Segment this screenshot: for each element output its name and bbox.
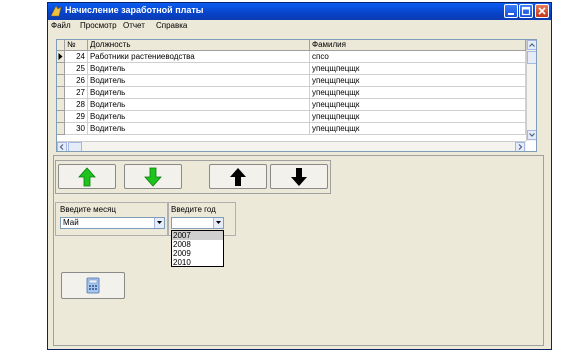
cell-position[interactable]: Работники растениеводства bbox=[88, 51, 310, 63]
window-title: Начисление заработной платы bbox=[65, 5, 204, 15]
cell-surname[interactable]: упецщпецщк bbox=[310, 63, 526, 75]
cell-position[interactable]: Водитель bbox=[88, 75, 310, 87]
minimize-icon bbox=[508, 13, 514, 15]
row-indicator[interactable] bbox=[57, 123, 65, 135]
calculator-icon bbox=[86, 277, 100, 294]
row-indicator[interactable] bbox=[57, 75, 65, 87]
chevron-down-icon bbox=[157, 221, 162, 224]
cell-surname[interactable]: упецщпецщк bbox=[310, 99, 526, 111]
chevron-right-icon bbox=[518, 144, 523, 150]
row-indicator[interactable] bbox=[57, 99, 65, 111]
column-header-position[interactable]: Должность bbox=[88, 40, 310, 51]
scroll-left-button[interactable] bbox=[57, 142, 67, 151]
employees-grid[interactable]: № Должность Фамилия 24 Работники растение… bbox=[56, 39, 537, 152]
year-option[interactable]: 2009 bbox=[172, 249, 223, 258]
chevron-down-icon bbox=[216, 221, 221, 224]
cell-surname[interactable]: упецщпецщк bbox=[310, 111, 526, 123]
chevron-left-icon bbox=[59, 144, 64, 150]
cell-number[interactable]: 24 bbox=[65, 51, 88, 63]
cell-position[interactable]: Водитель bbox=[88, 111, 310, 123]
app-icon bbox=[50, 5, 62, 17]
month-value: Май bbox=[63, 218, 79, 227]
row-indicator[interactable] bbox=[57, 111, 65, 123]
cell-surname[interactable]: упецщпецщк bbox=[310, 75, 526, 87]
scroll-down-button[interactable] bbox=[527, 130, 536, 140]
year-dropdown-list: 2007 2008 2009 2010 bbox=[171, 230, 224, 267]
year-option[interactable]: 2007 bbox=[172, 231, 223, 240]
menu-view[interactable]: Просмотр bbox=[80, 21, 117, 30]
cell-position[interactable]: Водитель bbox=[88, 87, 310, 99]
cell-surname[interactable]: упецщпецщк bbox=[310, 87, 526, 99]
grid-corner bbox=[57, 40, 65, 51]
calculate-button[interactable] bbox=[61, 272, 125, 299]
cell-position[interactable]: Водитель bbox=[88, 99, 310, 111]
menu-file[interactable]: Файл bbox=[51, 21, 71, 30]
year-select[interactable] bbox=[171, 217, 224, 229]
menu-bar: Файл Просмотр Отчет Справка bbox=[48, 20, 551, 32]
green-down-arrow-icon bbox=[144, 167, 162, 187]
move-up-green-button[interactable] bbox=[58, 164, 116, 189]
green-up-arrow-icon bbox=[78, 167, 96, 187]
cell-number[interactable]: 28 bbox=[65, 99, 88, 111]
close-icon bbox=[538, 7, 546, 15]
cell-surname[interactable]: спсо bbox=[310, 51, 526, 63]
move-up-black-button[interactable] bbox=[209, 164, 267, 189]
close-button[interactable] bbox=[535, 4, 549, 18]
scroll-thumb[interactable] bbox=[527, 51, 536, 64]
year-dropdown-button[interactable] bbox=[213, 218, 223, 228]
month-dropdown-button[interactable] bbox=[154, 218, 164, 228]
minimize-button[interactable] bbox=[504, 4, 518, 18]
move-down-green-button[interactable] bbox=[124, 164, 182, 189]
title-bar[interactable]: Начисление заработной платы bbox=[48, 3, 551, 20]
cell-number[interactable]: 27 bbox=[65, 87, 88, 99]
cell-number[interactable]: 30 bbox=[65, 123, 88, 135]
scroll-right-button[interactable] bbox=[515, 142, 525, 151]
cell-number[interactable]: 25 bbox=[65, 63, 88, 75]
move-down-black-button[interactable] bbox=[270, 164, 328, 189]
column-header-number[interactable]: № bbox=[65, 40, 88, 51]
maximize-button[interactable] bbox=[519, 4, 533, 18]
cell-number[interactable]: 29 bbox=[65, 111, 88, 123]
year-option[interactable]: 2010 bbox=[172, 258, 223, 267]
grid-horizontal-scrollbar[interactable] bbox=[57, 141, 526, 151]
row-indicator[interactable] bbox=[57, 87, 65, 99]
year-option[interactable]: 2008 bbox=[172, 240, 223, 249]
menu-report[interactable]: Отчет bbox=[123, 21, 145, 30]
year-label: Введите год bbox=[171, 205, 216, 214]
cell-position[interactable]: Водитель bbox=[88, 123, 310, 135]
chevron-up-icon bbox=[529, 43, 535, 47]
current-row-arrow-icon bbox=[58, 53, 63, 60]
row-indicator[interactable] bbox=[57, 51, 65, 63]
row-indicator[interactable] bbox=[57, 63, 65, 75]
cell-number[interactable]: 26 bbox=[65, 75, 88, 87]
month-select[interactable]: Май bbox=[60, 217, 165, 229]
black-up-arrow-icon bbox=[230, 168, 246, 186]
chevron-down-icon bbox=[529, 133, 535, 137]
menu-help[interactable]: Справка bbox=[156, 21, 187, 30]
scroll-up-button[interactable] bbox=[527, 40, 536, 50]
hscroll-thumb[interactable] bbox=[68, 142, 82, 151]
month-label: Введите месяц bbox=[60, 205, 117, 214]
cell-position[interactable]: Водитель bbox=[88, 63, 310, 75]
grid-vertical-scrollbar[interactable] bbox=[526, 40, 536, 141]
column-header-surname[interactable]: Фамилия bbox=[310, 40, 526, 51]
black-down-arrow-icon bbox=[291, 168, 307, 186]
maximize-icon bbox=[521, 6, 531, 16]
cell-surname[interactable]: упецщпецщк bbox=[310, 123, 526, 135]
